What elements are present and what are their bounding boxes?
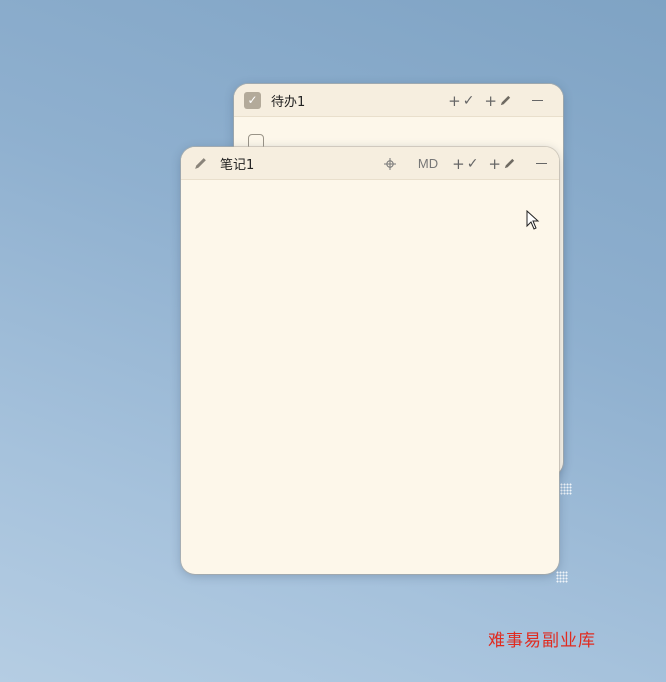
checkbox-checked-icon: ✓ xyxy=(244,91,261,109)
note-titlebar[interactable]: 笔记1 MD + ✓ + xyxy=(181,147,559,180)
watermark: 难事易副业库 xyxy=(488,631,596,651)
minimize-button[interactable] xyxy=(536,162,547,165)
note-window[interactable]: 笔记1 MD + ✓ + xyxy=(181,147,559,574)
note-content-area[interactable] xyxy=(181,180,559,574)
check-icon: ✓ xyxy=(466,155,479,172)
pencil-icon xyxy=(504,158,515,169)
pin-icon[interactable] xyxy=(383,157,396,170)
plus-icon: + xyxy=(488,154,501,173)
pencil-icon xyxy=(500,95,511,106)
minimize-button[interactable] xyxy=(532,99,543,102)
add-todo-button[interactable]: + ✓ xyxy=(448,92,474,110)
add-note-button[interactable]: + xyxy=(488,155,516,173)
plus-icon: + xyxy=(452,154,465,173)
pencil-icon xyxy=(195,157,206,169)
resize-handle-icon[interactable] xyxy=(556,571,568,583)
todo-title[interactable]: 待办1 xyxy=(271,91,305,110)
todo-titlebar[interactable]: ✓ 待办1 + ✓ + xyxy=(234,84,563,117)
note-title[interactable]: 笔记1 xyxy=(220,154,254,173)
check-icon: ✓ xyxy=(462,92,475,109)
markdown-toggle-button[interactable]: MD xyxy=(418,156,438,171)
add-todo-button[interactable]: + ✓ xyxy=(452,155,478,173)
plus-icon: + xyxy=(448,91,461,110)
add-note-button[interactable]: + xyxy=(484,92,512,110)
mouse-cursor-icon xyxy=(526,210,540,230)
plus-icon: + xyxy=(484,91,497,110)
resize-handle-icon[interactable] xyxy=(560,483,572,495)
